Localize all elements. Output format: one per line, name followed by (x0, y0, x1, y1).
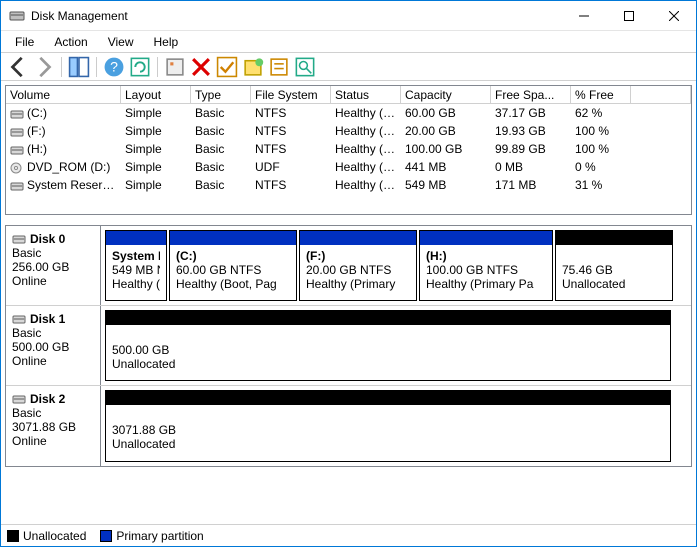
volume-row[interactable]: System ReservedSimpleBasicNTFSHealthy (S… (6, 176, 691, 194)
menu-file[interactable]: File (7, 33, 42, 51)
disk-row: Disk 1Basic500.00 GBOnline500.00 GBUnall… (6, 306, 691, 386)
disk-row: Disk 2Basic3071.88 GBOnline3071.88 GBUna… (6, 386, 691, 466)
toolbar: ? (1, 53, 696, 81)
disk-info[interactable]: Disk 1Basic500.00 GBOnline (6, 306, 101, 385)
partition[interactable]: (C:)60.00 GB NTFSHealthy (Boot, Pag (169, 230, 297, 301)
volume-row[interactable]: (C:)SimpleBasicNTFSHealthy (B...60.00 GB… (6, 104, 691, 122)
legend-primary: Primary partition (100, 529, 203, 543)
volume-list-body[interactable]: (C:)SimpleBasicNTFSHealthy (B...60.00 GB… (6, 104, 691, 214)
col-spacer (631, 86, 691, 103)
separator (96, 57, 97, 77)
partition[interactable]: 3071.88 GBUnallocated (105, 390, 671, 462)
partitions: System R549 MB NHealthy ((C:)60.00 GB NT… (101, 226, 691, 305)
new-icon[interactable] (242, 56, 264, 78)
disk-row: Disk 0Basic256.00 GBOnlineSystem R549 MB… (6, 226, 691, 306)
window-controls (561, 1, 696, 30)
col-capacity[interactable]: Capacity (401, 86, 491, 103)
partition[interactable]: (H:)100.00 GB NTFSHealthy (Primary Pa (419, 230, 553, 301)
partition[interactable]: System R549 MB NHealthy ( (105, 230, 167, 301)
menu-action[interactable]: Action (46, 33, 95, 51)
col-volume[interactable]: Volume (6, 86, 121, 103)
titlebar: Disk Management (1, 1, 696, 31)
separator (61, 57, 62, 77)
window-title: Disk Management (31, 9, 561, 23)
col-layout[interactable]: Layout (121, 86, 191, 103)
legend-unallocated: Unallocated (7, 529, 86, 543)
refresh-icon[interactable] (129, 56, 151, 78)
partition[interactable]: (F:)20.00 GB NTFSHealthy (Primary (299, 230, 417, 301)
menubar: File Action View Help (1, 31, 696, 53)
back-button[interactable] (7, 56, 29, 78)
volume-list-header: Volume Layout Type File System Status Ca… (6, 86, 691, 104)
show-hide-icon[interactable] (68, 56, 90, 78)
check-icon[interactable] (216, 56, 238, 78)
menu-view[interactable]: View (100, 33, 142, 51)
partitions: 3071.88 GBUnallocated (101, 386, 691, 466)
delete-icon[interactable] (190, 56, 212, 78)
svg-text:?: ? (110, 58, 118, 74)
separator (157, 57, 158, 77)
col-pctfree[interactable]: % Free (571, 86, 631, 103)
col-status[interactable]: Status (331, 86, 401, 103)
search-icon[interactable] (294, 56, 316, 78)
graphical-view: Disk 0Basic256.00 GBOnlineSystem R549 MB… (5, 225, 692, 467)
volume-row[interactable]: (H:)SimpleBasicNTFSHealthy (P...100.00 G… (6, 140, 691, 158)
volume-row[interactable]: DVD_ROM (D:)SimpleBasicUDFHealthy (P...4… (6, 158, 691, 176)
app-icon (9, 8, 25, 24)
close-button[interactable] (651, 1, 696, 30)
legend: Unallocated Primary partition (1, 524, 696, 546)
settings-icon[interactable] (164, 56, 186, 78)
minimize-button[interactable] (561, 1, 606, 30)
menu-help[interactable]: Help (146, 33, 187, 51)
content-area: Volume Layout Type File System Status Ca… (1, 81, 696, 471)
col-filesystem[interactable]: File System (251, 86, 331, 103)
disk-info[interactable]: Disk 0Basic256.00 GBOnline (6, 226, 101, 305)
volume-list: Volume Layout Type File System Status Ca… (5, 85, 692, 215)
forward-button[interactable] (33, 56, 55, 78)
help-icon[interactable]: ? (103, 56, 125, 78)
partitions: 500.00 GBUnallocated (101, 306, 691, 385)
properties-icon[interactable] (268, 56, 290, 78)
partition[interactable]: 500.00 GBUnallocated (105, 310, 671, 381)
partition[interactable]: 75.46 GBUnallocated (555, 230, 673, 301)
volume-row[interactable]: (F:)SimpleBasicNTFSHealthy (P...20.00 GB… (6, 122, 691, 140)
maximize-button[interactable] (606, 1, 651, 30)
col-type[interactable]: Type (191, 86, 251, 103)
col-free[interactable]: Free Spa... (491, 86, 571, 103)
disk-info[interactable]: Disk 2Basic3071.88 GBOnline (6, 386, 101, 466)
